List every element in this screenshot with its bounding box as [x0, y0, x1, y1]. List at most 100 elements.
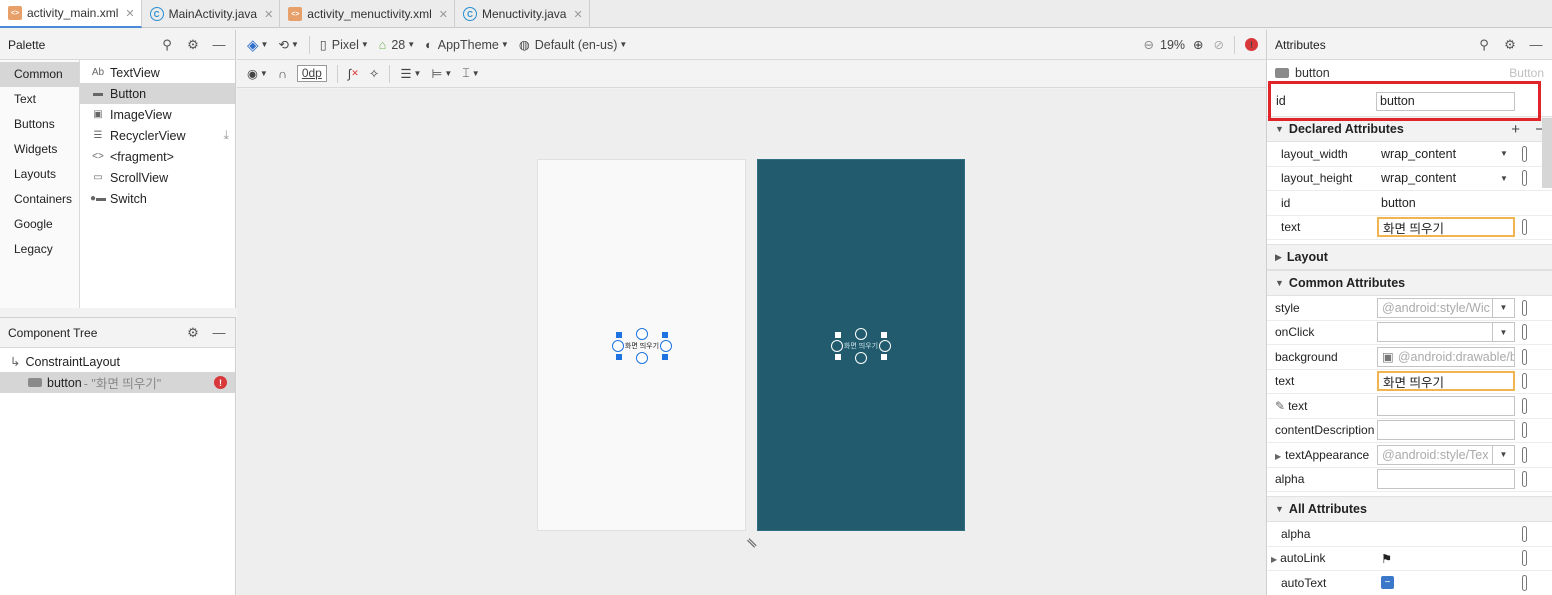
- minimize-icon[interactable]: —: [1528, 37, 1544, 52]
- design-view[interactable]: 화면 띄우기: [537, 159, 746, 531]
- tab-activity-menuctivity-xml[interactable]: <> activity_menuctivity.xml ✕: [280, 0, 455, 28]
- resize-handle[interactable]: [662, 354, 668, 360]
- resize-handle[interactable]: [881, 354, 887, 360]
- expand-icon[interactable]: ▶: [1275, 452, 1281, 461]
- background-field[interactable]: ▣ @android:drawable/b: [1377, 346, 1515, 367]
- binding-icon[interactable]: [1522, 373, 1527, 390]
- constraint-handle-bottom[interactable]: [636, 352, 648, 364]
- binding-icon[interactable]: [1522, 348, 1527, 365]
- layout-height-dropdown[interactable]: wrap_content ▼: [1377, 168, 1515, 188]
- category-buttons[interactable]: Buttons: [0, 112, 79, 137]
- blueprint-view[interactable]: 화면 띄우기: [757, 159, 965, 531]
- constraint-handle-left[interactable]: [831, 340, 843, 352]
- binding-icon[interactable]: [1522, 525, 1527, 542]
- orientation-icon[interactable]: ⟲ ▼: [278, 37, 298, 52]
- resize-handle[interactable]: [616, 332, 622, 338]
- category-widgets[interactable]: Widgets: [0, 137, 79, 162]
- binding-icon[interactable]: [1522, 219, 1527, 236]
- gear-icon[interactable]: ⚙: [185, 37, 201, 53]
- tools-text-field[interactable]: [1377, 395, 1515, 416]
- text-field[interactable]: 화면 띄우기: [1377, 371, 1515, 392]
- download-icon[interactable]: ⤓: [223, 128, 229, 143]
- zoom-out-icon[interactable]: ⊖: [1144, 37, 1154, 52]
- magnet-icon[interactable]: ∩: [278, 67, 287, 81]
- theme-dropdown[interactable]: ◐ AppTheme ▼: [425, 38, 509, 52]
- button-preview[interactable]: 화면 띄우기: [612, 328, 672, 364]
- pack-icon[interactable]: ☰ ▼: [400, 66, 421, 81]
- constraint-handle-right[interactable]: [879, 340, 891, 352]
- close-icon[interactable]: ✕: [573, 8, 582, 21]
- palette-item-imageview[interactable]: ▣ ImageView: [80, 104, 235, 125]
- binding-icon[interactable]: [1522, 324, 1527, 341]
- align-icon[interactable]: ⊨ ▼: [431, 66, 452, 81]
- constraint-handle-top[interactable]: [636, 328, 648, 340]
- resize-handle[interactable]: [835, 354, 841, 360]
- palette-item-switch[interactable]: ●▬ Switch: [80, 188, 235, 209]
- close-icon[interactable]: ✕: [264, 8, 273, 21]
- resize-handle[interactable]: [835, 332, 841, 338]
- palette-item-button[interactable]: ▬ Button: [80, 83, 235, 104]
- id-value[interactable]: button: [1377, 193, 1515, 213]
- eye-icon[interactable]: ◉ ▼: [247, 66, 268, 81]
- error-icon[interactable]: !: [1245, 38, 1258, 51]
- binding-icon[interactable]: [1522, 299, 1527, 316]
- error-icon[interactable]: !: [214, 376, 227, 389]
- textappearance-dropdown[interactable]: @android:style/Tex ▼: [1377, 444, 1515, 465]
- category-containers[interactable]: Containers: [0, 187, 79, 212]
- binding-icon[interactable]: [1522, 397, 1527, 414]
- clear-constraints-icon[interactable]: ∫ ✕: [348, 67, 359, 81]
- gear-icon[interactable]: ⚙: [185, 325, 201, 341]
- binding-icon[interactable]: [1522, 574, 1527, 591]
- tab-menuctivity-java[interactable]: C Menuctivity.java ✕: [455, 0, 590, 28]
- category-layouts[interactable]: Layouts: [0, 162, 79, 187]
- alpha-field[interactable]: [1377, 469, 1515, 490]
- add-icon[interactable]: +: [1511, 121, 1520, 138]
- category-legacy[interactable]: Legacy: [0, 237, 79, 262]
- infer-constraints-icon[interactable]: ✧: [369, 66, 379, 81]
- text-field[interactable]: 화면 띄우기: [1377, 217, 1515, 238]
- design-canvas[interactable]: 화면 띄우기 화면 띄우기 ‖: [237, 89, 1266, 595]
- binding-icon[interactable]: [1522, 446, 1527, 463]
- binding-icon[interactable]: [1522, 145, 1527, 162]
- constraint-handle-right[interactable]: [660, 340, 672, 352]
- canvas-resize-icon[interactable]: ‖: [744, 535, 759, 550]
- tree-item-constraintlayout[interactable]: ↳ ConstraintLayout: [0, 351, 235, 372]
- common-attributes-section[interactable]: ▼ Common Attributes: [1267, 270, 1552, 296]
- locale-dropdown[interactable]: ◍ Default (en-us) ▼: [519, 37, 628, 53]
- constraint-handle-bottom[interactable]: [855, 352, 867, 364]
- guidelines-icon[interactable]: ⌶ ▼: [462, 66, 479, 81]
- layers-icon[interactable]: ◈ ▼: [247, 36, 268, 54]
- palette-item-scrollview[interactable]: ▭ ScrollView: [80, 167, 235, 188]
- resize-handle[interactable]: [881, 332, 887, 338]
- minimize-icon[interactable]: —: [211, 37, 227, 52]
- gear-icon[interactable]: ⚙: [1502, 37, 1518, 53]
- tab-activity-main-xml[interactable]: <> activity_main.xml ✕: [0, 0, 142, 28]
- tab-main-activity-java[interactable]: C MainActivity.java ✕: [142, 0, 281, 28]
- layout-section[interactable]: ▶ Layout: [1267, 244, 1552, 270]
- close-icon[interactable]: ✕: [439, 8, 448, 21]
- resize-handle[interactable]: [616, 354, 622, 360]
- search-icon[interactable]: ⚲: [159, 37, 175, 53]
- tree-item-button[interactable]: button - "화면 띄우기" !: [0, 372, 235, 393]
- all-attributes-section[interactable]: ▼ All Attributes: [1267, 496, 1552, 522]
- palette-item-recyclerview[interactable]: ☰ RecyclerView ⤓: [80, 125, 235, 146]
- binding-icon[interactable]: [1522, 550, 1527, 567]
- default-margin-field[interactable]: 0dp: [296, 65, 327, 82]
- constraint-handle-left[interactable]: [612, 340, 624, 352]
- button-blueprint[interactable]: 화면 띄우기: [831, 328, 891, 364]
- binding-icon[interactable]: [1522, 170, 1527, 187]
- resize-handle[interactable]: [662, 332, 668, 338]
- onclick-dropdown[interactable]: ▼: [1377, 322, 1515, 343]
- api-dropdown[interactable]: ⌂ 28 ▼: [379, 38, 415, 52]
- minimize-icon[interactable]: —: [211, 325, 227, 340]
- category-text[interactable]: Text: [0, 87, 79, 112]
- style-dropdown[interactable]: @android:style/Wic ▼: [1377, 297, 1515, 318]
- scrollbar[interactable]: [1542, 118, 1552, 188]
- palette-item-fragment[interactable]: <> <fragment>: [80, 146, 235, 167]
- palette-item-textview[interactable]: Ab TextView: [80, 62, 235, 83]
- zoom-in-icon[interactable]: ⊕: [1193, 37, 1203, 52]
- zoom-fit-icon[interactable]: ⊘: [1214, 37, 1224, 52]
- category-google[interactable]: Google: [0, 212, 79, 237]
- autotext-value[interactable]: −: [1377, 573, 1515, 593]
- constraint-handle-top[interactable]: [855, 328, 867, 340]
